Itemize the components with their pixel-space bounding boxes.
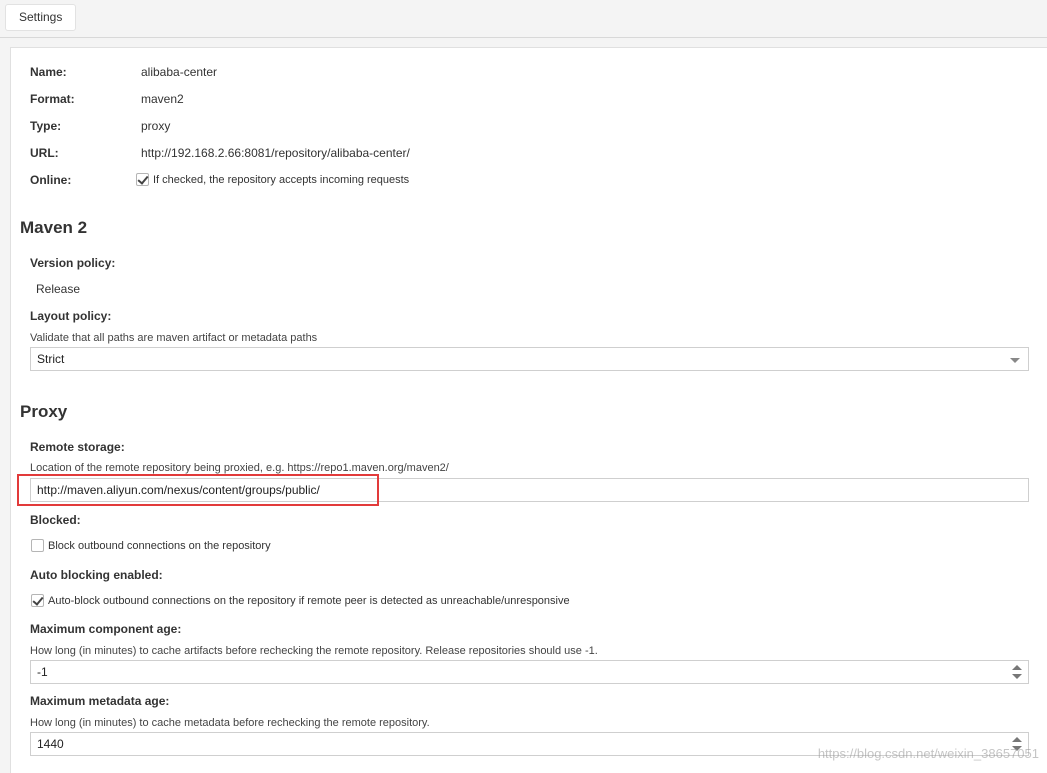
- layout-policy-help: Validate that all paths are maven artifa…: [30, 332, 318, 344]
- format-value: maven2: [141, 92, 184, 106]
- version-policy-label: Version policy:: [30, 256, 116, 270]
- type-value: proxy: [141, 119, 171, 133]
- tab-bar: Settings: [0, 0, 1047, 38]
- format-label: Format:: [30, 92, 75, 106]
- remote-storage-help: Location of the remote repository being …: [30, 462, 449, 474]
- max-metadata-age-value: 1440: [37, 737, 64, 751]
- layout-policy-label: Layout policy:: [30, 309, 112, 323]
- maven2-section-title: Maven 2: [20, 218, 88, 237]
- blocked-checkbox-text: Block outbound connections on the reposi…: [48, 539, 271, 552]
- max-component-age-input[interactable]: -1: [30, 660, 1029, 684]
- watermark-text: https://blog.csdn.net/weixin_38657051: [817, 746, 1039, 761]
- blocked-label: Blocked:: [30, 513, 81, 527]
- max-component-age-label: Maximum component age:: [30, 622, 182, 636]
- name-label: Name:: [30, 65, 67, 79]
- name-value: alibaba-center: [141, 65, 218, 79]
- max-component-age-help: How long (in minutes) to cache artifacts…: [30, 645, 598, 657]
- max-metadata-age-help: How long (in minutes) to cache metadata …: [30, 717, 430, 729]
- auto-blocking-label: Auto blocking enabled:: [30, 568, 163, 582]
- url-label: URL:: [30, 146, 59, 160]
- chevron-down-icon[interactable]: [1010, 358, 1020, 363]
- url-value: http://192.168.2.66:8081/repository/alib…: [141, 146, 410, 160]
- online-checkbox-text: If checked, the repository accepts incom…: [153, 173, 410, 186]
- online-checkbox-row[interactable]: If checked, the repository accepts incom…: [136, 172, 410, 187]
- max-metadata-age-label: Maximum metadata age:: [30, 694, 170, 708]
- type-label: Type:: [30, 119, 62, 133]
- spinner-arrows-icon[interactable]: [1012, 665, 1022, 681]
- auto-blocking-checkbox-row[interactable]: Auto-block outbound connections on the r…: [31, 593, 570, 608]
- blocked-checkbox[interactable]: [31, 539, 44, 553]
- auto-blocking-checkbox[interactable]: [31, 594, 44, 608]
- max-component-age-value: -1: [37, 665, 48, 679]
- blocked-checkbox-row[interactable]: Block outbound connections on the reposi…: [31, 538, 271, 553]
- remote-storage-label: Remote storage:: [30, 440, 125, 454]
- layout-policy-selected-value: Strict: [37, 352, 65, 366]
- online-checkbox[interactable]: [136, 173, 149, 187]
- version-policy-value: Release: [36, 282, 81, 296]
- proxy-section-title: Proxy: [20, 402, 68, 421]
- online-label: Online:: [30, 173, 72, 187]
- auto-blocking-checkbox-text: Auto-block outbound connections on the r…: [48, 594, 570, 607]
- red-highlight-box: [17, 474, 379, 506]
- layout-policy-select[interactable]: Strict: [30, 347, 1029, 371]
- tab-settings[interactable]: Settings: [5, 4, 77, 31]
